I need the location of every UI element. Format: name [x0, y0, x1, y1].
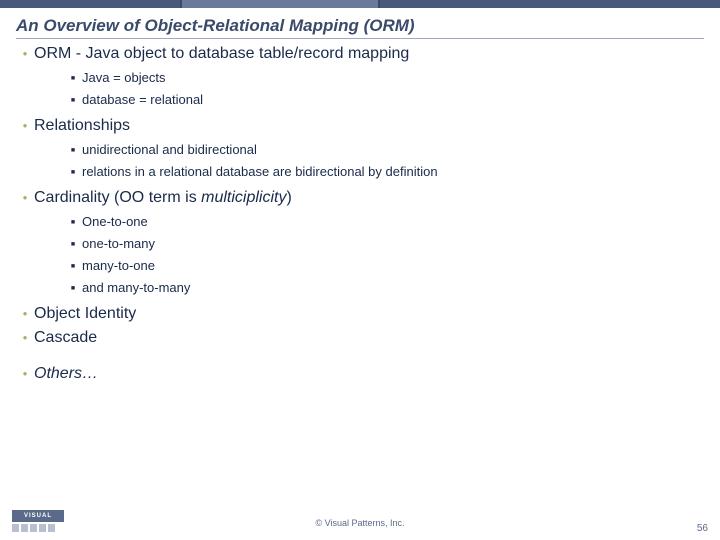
bullet-others: • Others…	[16, 365, 704, 383]
top-bar	[0, 0, 720, 8]
bullet-orm: • ORM - Java object to database table/re…	[16, 45, 704, 107]
square-icon: ■	[64, 147, 82, 154]
bullet-icon: •	[16, 331, 34, 344]
square-icon: ■	[64, 241, 82, 248]
square-icon: ■	[64, 97, 82, 104]
bullet-text: Cascade	[34, 329, 97, 347]
sub-item: ■database = relational	[64, 92, 704, 107]
bullet-text: ORM - Java object to database table/reco…	[34, 45, 409, 63]
content: • ORM - Java object to database table/re…	[0, 45, 720, 383]
square-icon: ■	[64, 263, 82, 270]
square-icon: ■	[64, 169, 82, 176]
sub-text: many-to-one	[82, 258, 155, 273]
bullet-relationships: • Relationships ■unidirectional and bidi…	[16, 117, 704, 179]
sub-text: and many-to-many	[82, 280, 190, 295]
square-icon: ■	[64, 219, 82, 226]
bullet-text: Object Identity	[34, 305, 136, 323]
sub-item: ■unidirectional and bidirectional	[64, 142, 704, 157]
slide-title: An Overview of Object-Relational Mapping…	[0, 8, 720, 38]
sub-text: one-to-many	[82, 236, 155, 251]
bullet-cascade: • Cascade	[16, 329, 704, 347]
bullet-object-identity: • Object Identity	[16, 305, 704, 323]
footer: VISUAL © Visual Patterns, Inc. 56	[0, 510, 720, 534]
bullet-cardinality: • Cardinality (OO term is multiciplicity…	[16, 189, 704, 295]
bullet-icon: •	[16, 119, 34, 132]
page-number: 56	[697, 523, 708, 534]
slide: An Overview of Object-Relational Mapping…	[0, 0, 720, 540]
bullet-text: Others…	[34, 365, 98, 383]
sub-item: ■many-to-one	[64, 258, 704, 273]
bullet-icon: •	[16, 307, 34, 320]
sub-text: unidirectional and bidirectional	[82, 142, 257, 157]
cardinality-suffix: )	[286, 189, 291, 206]
logo-text: VISUAL	[24, 513, 52, 519]
top-bar-accent	[180, 0, 380, 8]
square-icon: ■	[64, 75, 82, 82]
sub-item: ■and many-to-many	[64, 280, 704, 295]
sub-text: One-to-one	[82, 214, 148, 229]
sub-item: ■One-to-one	[64, 214, 704, 229]
logo: VISUAL	[12, 510, 64, 534]
sub-text: database = relational	[82, 92, 203, 107]
sub-item: ■Java = objects	[64, 70, 704, 85]
bullet-icon: •	[16, 47, 34, 60]
bullet-text: Cardinality (OO term is multiciplicity)	[34, 189, 292, 207]
copyright: © Visual Patterns, Inc.	[315, 518, 404, 528]
sub-text: Java = objects	[82, 70, 165, 85]
bullet-text: Relationships	[34, 117, 130, 135]
sub-item: ■relations in a relational database are …	[64, 164, 704, 179]
cardinality-term: multiciplicity	[201, 189, 286, 206]
cardinality-prefix: Cardinality (OO term is	[34, 189, 201, 206]
sub-text: relations in a relational database are b…	[82, 164, 438, 179]
title-underline	[16, 38, 704, 39]
bullet-icon: •	[16, 191, 34, 204]
bullet-icon: •	[16, 367, 34, 380]
square-icon: ■	[64, 285, 82, 292]
sub-item: ■one-to-many	[64, 236, 704, 251]
